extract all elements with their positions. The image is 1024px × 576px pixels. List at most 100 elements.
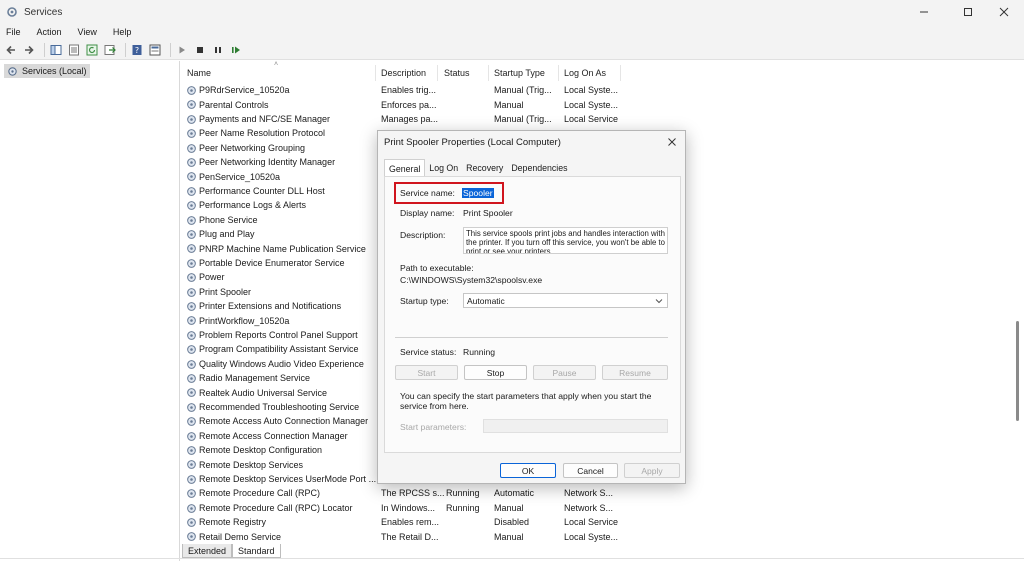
stop-button[interactable]: Stop [464, 365, 527, 380]
ok-button[interactable]: OK [500, 463, 556, 478]
service-gear-icon [187, 359, 196, 369]
service-gear-icon [187, 244, 196, 254]
service-gear-icon [187, 114, 196, 124]
menu-help[interactable]: Help [111, 27, 134, 37]
start-parameters-label: Start parameters: [400, 422, 467, 432]
close-button[interactable] [984, 0, 1024, 24]
table-row[interactable]: P9RdrService_10520a Enables trig... Manual… [182, 83, 622, 97]
apply-button[interactable]: Apply [624, 463, 680, 478]
resume-button[interactable]: Resume [602, 365, 668, 380]
startup-type-cell: Disabled [494, 517, 530, 528]
log-on-as-cell: Local Syste... [564, 99, 619, 110]
properties-list-button[interactable] [67, 43, 81, 57]
dialog-tab-general[interactable]: General [384, 159, 426, 177]
service-gear-icon [187, 345, 196, 355]
description-cell: In Windows... [381, 502, 436, 513]
description-text[interactable]: This service spools print jobs and handl… [463, 227, 668, 254]
service-gear-icon [187, 258, 196, 268]
cancel-button[interactable]: Cancel [563, 463, 618, 478]
maximize-icon [964, 8, 972, 16]
log-on-as-cell: Network S... [564, 488, 614, 499]
dialog-tab-dependencies[interactable]: Dependencies [507, 159, 571, 177]
column-header-startup-type[interactable]: Startup Type [489, 65, 559, 81]
service-gear-icon [187, 374, 196, 383]
service-name-cell: Remote Desktop Services UserMode Port ..… [199, 473, 377, 484]
vertical-scrollbar[interactable] [1014, 63, 1020, 543]
service-gear-icon [187, 532, 196, 542]
service-gear-icon [187, 474, 196, 484]
column-header-name[interactable]: Name [182, 65, 376, 81]
dialog-tab-recovery[interactable]: Recovery [462, 159, 507, 177]
tab-extended[interactable]: Extended [182, 544, 233, 558]
service-gear-icon [187, 431, 196, 441]
svg-text:?: ? [135, 46, 139, 55]
table-row[interactable]: Retail Demo Service The Retail D... Manual… [182, 529, 622, 543]
description-cell: Enables rem... [381, 517, 440, 528]
play-icon [179, 46, 185, 53]
startup-type-value: Automatic [467, 295, 505, 306]
start-parameters-hint: You can specify the start parameters tha… [400, 391, 652, 411]
menu-file[interactable]: File [4, 27, 23, 37]
tab-standard[interactable]: Standard [232, 544, 281, 558]
service-name-cell: Performance Logs & Alerts [199, 200, 307, 211]
table-row[interactable]: Payments and NFC/SE Manager Manages pa...… [182, 112, 622, 126]
description-cell: Enables trig... [381, 85, 437, 96]
tree-item-services-local[interactable]: Services (Local) [4, 64, 90, 78]
dialog-close-icon[interactable] [666, 136, 678, 148]
startup-type-select[interactable]: Automatic [463, 293, 668, 308]
service-gear-icon [187, 273, 196, 283]
properties-button[interactable] [148, 43, 162, 57]
display-name-value[interactable]: Print Spooler [463, 208, 513, 218]
service-name-cell: Remote Access Auto Connection Manager [199, 416, 369, 427]
menu-view[interactable]: View [76, 27, 99, 37]
divider [395, 337, 668, 338]
restart-service-button[interactable] [229, 43, 243, 57]
menu-action[interactable]: Action [35, 27, 64, 37]
minimize-icon [920, 11, 928, 13]
pause-button[interactable]: Pause [533, 365, 596, 380]
service-name-cell: Printer Extensions and Notifications [199, 301, 342, 312]
back-button[interactable] [4, 43, 18, 57]
services-gear-icon [8, 66, 17, 76]
service-name-cell: Remote Desktop Configuration [199, 445, 323, 456]
toolbar-separator [125, 42, 126, 57]
service-name-value[interactable]: Spooler [462, 188, 494, 198]
properties-icon [149, 44, 161, 55]
table-row[interactable]: Remote Registry Enables rem... Disabled Loc… [182, 515, 622, 529]
show-hide-tree-button[interactable] [49, 43, 63, 57]
column-header-log-on-as[interactable]: Log On As [559, 65, 621, 81]
stop-service-button[interactable] [193, 43, 207, 57]
service-gear-icon [187, 201, 196, 211]
table-row[interactable]: Remote Procedure Call (RPC) The RPCSS s..… [182, 486, 622, 500]
status-cell: Running [446, 488, 480, 499]
service-name-cell: Radio Management Service [199, 373, 311, 384]
service-name-cell: Remote Procedure Call (RPC) [199, 488, 321, 499]
minimize-button[interactable] [904, 0, 944, 24]
service-name-cell: Phone Service [199, 214, 258, 225]
path-to-executable-value[interactable]: C:\WINDOWS\System32\spoolsv.exe [400, 275, 542, 285]
pause-service-button[interactable] [211, 43, 225, 57]
help-button[interactable]: ? [130, 43, 144, 57]
export-list-button[interactable] [103, 43, 117, 57]
dialog-tab-log-on[interactable]: Log On [425, 159, 462, 177]
forward-arrow-icon [25, 45, 34, 54]
refresh-button[interactable] [85, 43, 99, 57]
service-gear-icon [187, 302, 196, 311]
forward-button[interactable] [22, 43, 36, 57]
list-icon [69, 44, 79, 55]
column-header-status[interactable]: Status [439, 65, 489, 81]
table-row[interactable]: Remote Procedure Call (RPC) Locator In Wi… [182, 501, 622, 515]
back-arrow-icon [6, 45, 15, 54]
column-header-description[interactable]: Description [376, 65, 438, 81]
table-row[interactable]: Parental Controls Enforces pa... Manual Loc… [182, 97, 622, 111]
service-name-cell: Peer Networking Identity Manager [199, 157, 336, 168]
maximize-button[interactable] [948, 0, 988, 24]
log-on-as-cell: Local Service [564, 517, 619, 528]
start-button[interactable]: Start [395, 365, 458, 380]
start-parameters-input[interactable] [483, 419, 668, 433]
start-service-button[interactable] [175, 43, 189, 57]
service-gear-icon [187, 460, 196, 470]
service-gear-icon [187, 402, 196, 412]
scrollbar-thumb[interactable] [1016, 321, 1019, 421]
dialog-tabs: General Log On Recovery Dependencies [384, 159, 572, 177]
